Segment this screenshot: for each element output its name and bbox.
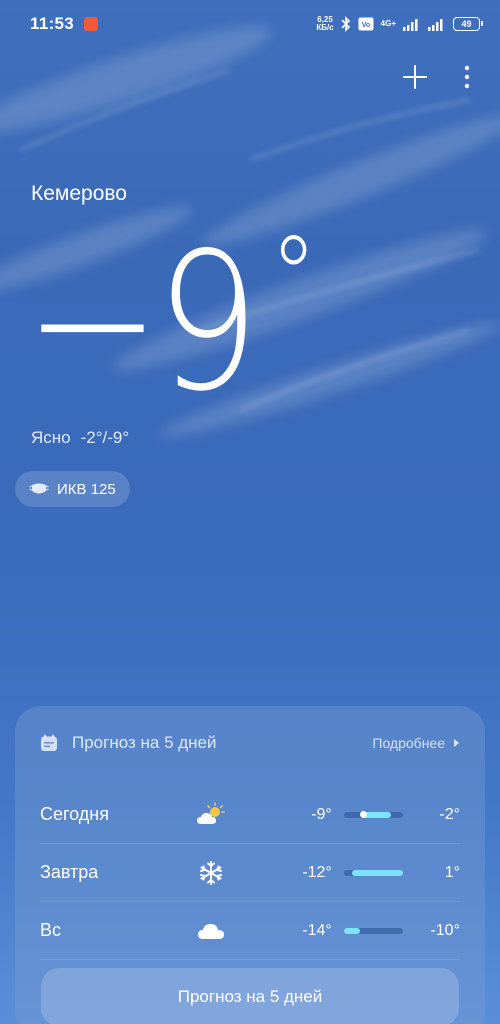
volte-icon: Vo <box>358 17 374 31</box>
more-details-link[interactable]: Подробнее <box>372 735 460 751</box>
high-temp: -10° <box>430 921 460 939</box>
more-options-button[interactable] <box>464 65 470 89</box>
low-temp: -14° <box>302 921 332 939</box>
temperature-range: -2°/-9° <box>80 428 130 447</box>
forecast-row-1[interactable]: Завтра -12° 1° <box>40 844 460 902</box>
temp-range-fill <box>351 869 403 876</box>
forecast-row-0[interactable]: Сегодня -9° -2° <box>40 786 460 844</box>
temperature-value: −9 <box>24 212 260 433</box>
day-name: Сегодня <box>40 804 109 824</box>
top-actions <box>402 64 470 90</box>
plus-icon <box>403 65 427 89</box>
net-speed: 6,25 КБ/с <box>316 16 333 32</box>
forecast-header: Прогноз на 5 дней Подробнее <box>40 700 460 786</box>
temp-range-fill <box>363 811 392 818</box>
condition-text: Ясно <box>31 428 71 447</box>
network-type: 4G+ <box>380 19 396 28</box>
five-day-forecast-button[interactable]: Прогноз на 5 дней <box>41 968 459 1024</box>
low-temp: -12° <box>302 863 332 881</box>
more-details-label: Подробнее <box>372 735 445 751</box>
temp-range-bar <box>343 869 404 876</box>
status-bar: 11:53 6,25 КБ/с Vo 4G+ 49 <box>0 0 500 48</box>
forecast-card: Прогноз на 5 дней Подробнее Сегодня -9° … <box>15 706 485 1024</box>
temp-range-bar <box>343 927 404 934</box>
add-city-button[interactable] <box>402 64 428 90</box>
signal-strength-icon <box>403 17 421 31</box>
snowflake-icon <box>184 860 238 886</box>
city-name: Кемерово <box>31 182 127 205</box>
status-icons: 6,25 КБ/с Vo 4G+ 49 <box>316 16 483 32</box>
cloud-icon <box>184 920 238 942</box>
five-day-forecast-button-label: Прогноз на 5 дней <box>177 987 323 1006</box>
signal-strength-2-icon <box>428 17 446 31</box>
battery-icon: 49 <box>453 17 483 31</box>
current-temperature: −9 ° <box>24 212 317 435</box>
high-temp: 1° <box>444 863 460 881</box>
condition-line: Ясно -2°/-9° <box>31 428 129 448</box>
day-name: Вс <box>40 920 62 940</box>
play-arrow-icon <box>454 739 459 747</box>
high-temp: -2° <box>439 805 460 823</box>
aqi-chip[interactable]: ИКВ 125 <box>15 471 130 507</box>
low-temp: -9° <box>311 805 332 823</box>
bluetooth-icon <box>341 16 351 32</box>
degree-symbol: ° <box>270 212 317 340</box>
mask-icon <box>29 483 49 494</box>
aqi-label: ИКВ 125 <box>57 480 116 498</box>
current-temp-marker <box>359 811 367 818</box>
svg-text:Vo: Vo <box>361 22 369 29</box>
temp-range-fill <box>343 927 360 934</box>
partly-sunny-icon <box>184 801 238 828</box>
day-name: Завтра <box>40 862 99 882</box>
temp-range-bar <box>343 811 404 818</box>
calendar-icon <box>41 734 57 751</box>
status-time: 11:53 <box>30 14 75 33</box>
forecast-row-2[interactable]: Вс -14° -10° <box>40 902 460 960</box>
more-vertical-icon <box>464 65 470 89</box>
signal-4g-icon: 4G+ <box>381 20 396 28</box>
forecast-title: Прогноз на 5 дней <box>72 733 217 752</box>
notification-app-icon <box>84 17 99 31</box>
net-speed-unit: КБ/с <box>316 23 334 32</box>
